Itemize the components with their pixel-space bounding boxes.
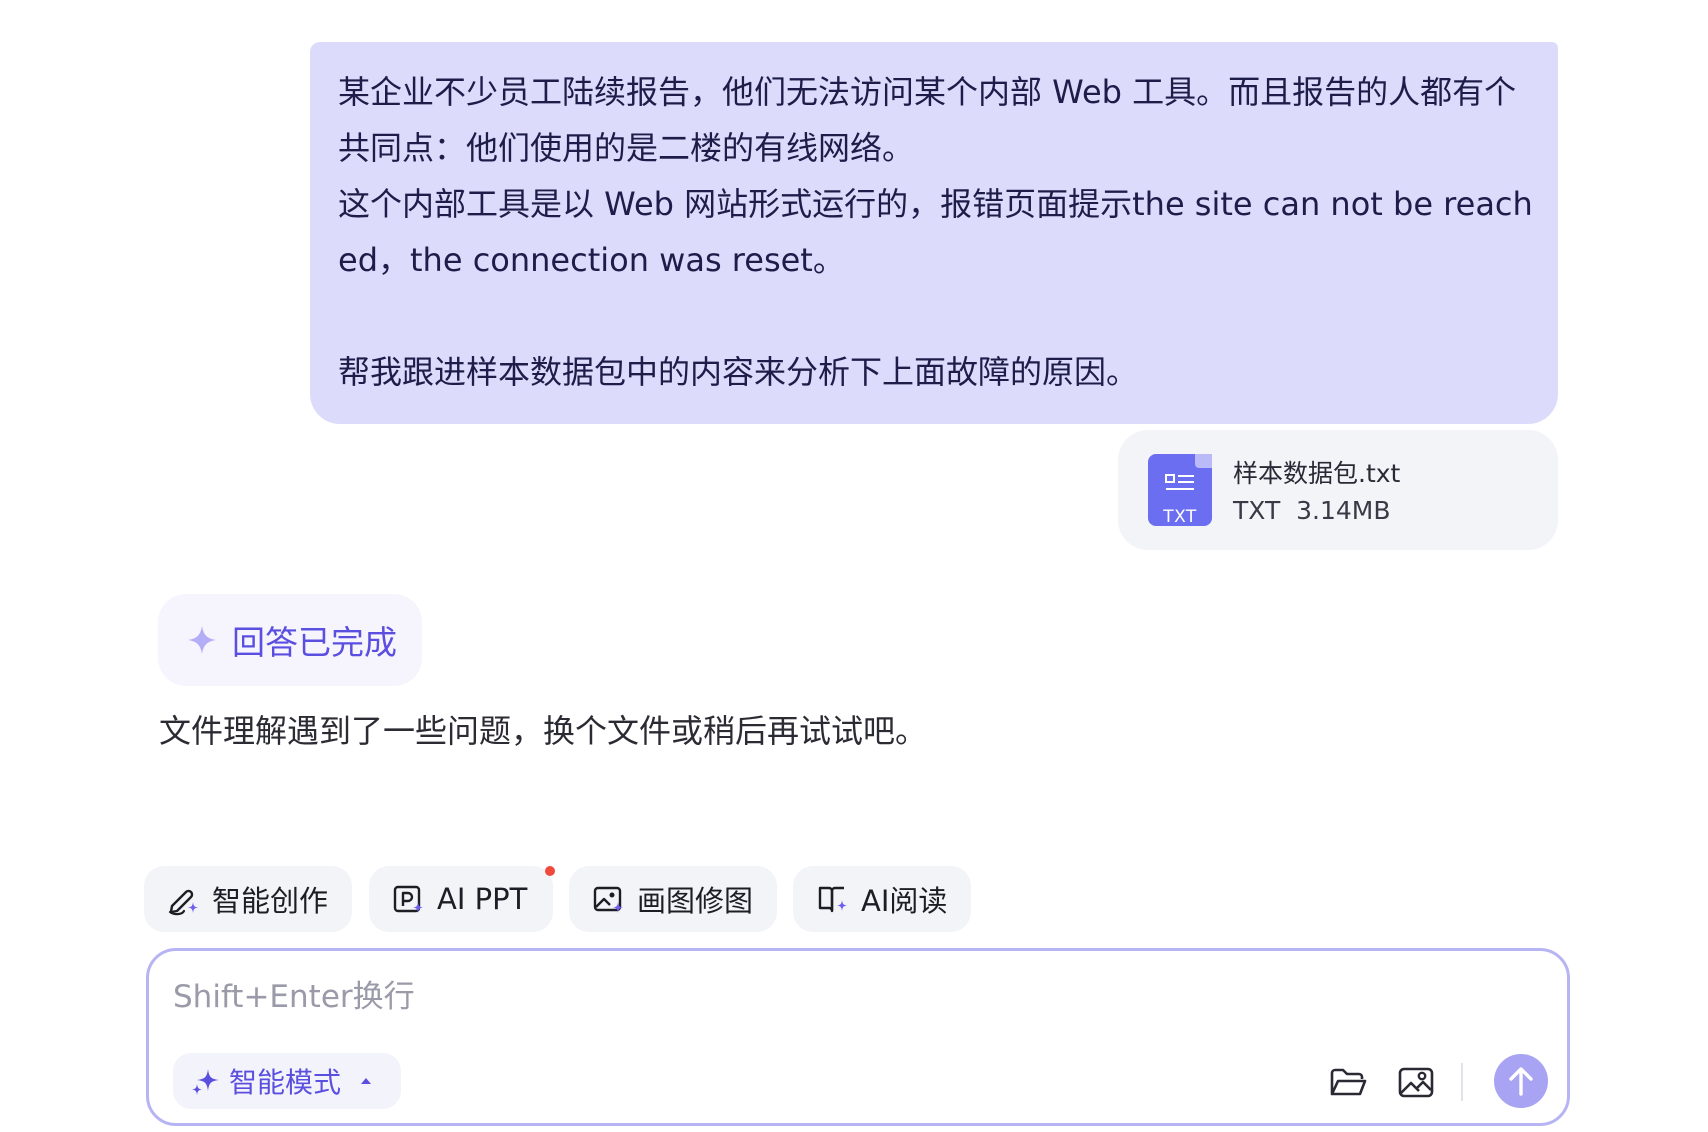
chat-page: 某企业不少员工陆续报告，他们无法访问某个内部 Web 工具。而且报告的人都有个共… [0, 0, 1708, 1132]
pen-sparkle-icon [168, 889, 198, 916]
sparkles-icon [192, 1069, 219, 1095]
input-divider [1461, 1063, 1463, 1101]
tool-chip-smart-create[interactable]: 智能创作 [144, 866, 352, 932]
folder-icon[interactable] [1327, 1061, 1369, 1103]
answer-status-pill[interactable]: 回答已完成 [158, 594, 422, 686]
smart-mode-label: 智能模式 [229, 1066, 342, 1099]
file-meta: TXT 3.14MB [1233, 496, 1391, 525]
user-message-bubble: 某企业不少员工陆续报告，他们无法访问某个内部 Web 工具。而且报告的人都有个共… [310, 42, 1558, 424]
notification-dot [545, 866, 555, 876]
assistant-answer-text: 文件理解遇到了一些问题，换个文件或稍后再试试吧。 [159, 712, 928, 750]
document-lines-icon [1165, 474, 1194, 490]
tool-chip-label: 画图修图 [637, 884, 754, 918]
image-upload-icon[interactable] [1395, 1061, 1437, 1103]
file-type-label: TXT [1163, 507, 1197, 527]
message-input[interactable] [173, 973, 1373, 1021]
attachment-card[interactable]: TXT 样本数据包.txt TXT 3.14MB [1118, 430, 1558, 550]
book-read-icon [818, 886, 847, 913]
tool-chip-image-edit[interactable]: 画图修图 [569, 866, 777, 932]
image-edit-icon [593, 886, 623, 913]
tool-chip-label: AI阅读 [861, 884, 948, 918]
tool-chip-ai-ppt[interactable]: AI PPT [369, 866, 555, 932]
chat-input-box: 智能模式 [146, 948, 1570, 1126]
tool-chip-ai-read[interactable]: AI阅读 [793, 866, 971, 932]
sparkle-icon [188, 626, 216, 654]
ppt-icon [393, 885, 423, 913]
caret-up-icon [361, 1078, 372, 1084]
file-corner-fold [1195, 454, 1212, 468]
arrow-up-icon [1509, 1067, 1533, 1096]
tool-chip-label: AI PPT [437, 882, 528, 916]
tool-chip-label: 智能创作 [212, 884, 329, 918]
answer-status-text: 回答已完成 [232, 623, 397, 662]
smart-mode-button[interactable]: 智能模式 [173, 1053, 401, 1109]
file-name: 样本数据包.txt [1233, 459, 1401, 488]
send-button[interactable] [1494, 1054, 1548, 1108]
